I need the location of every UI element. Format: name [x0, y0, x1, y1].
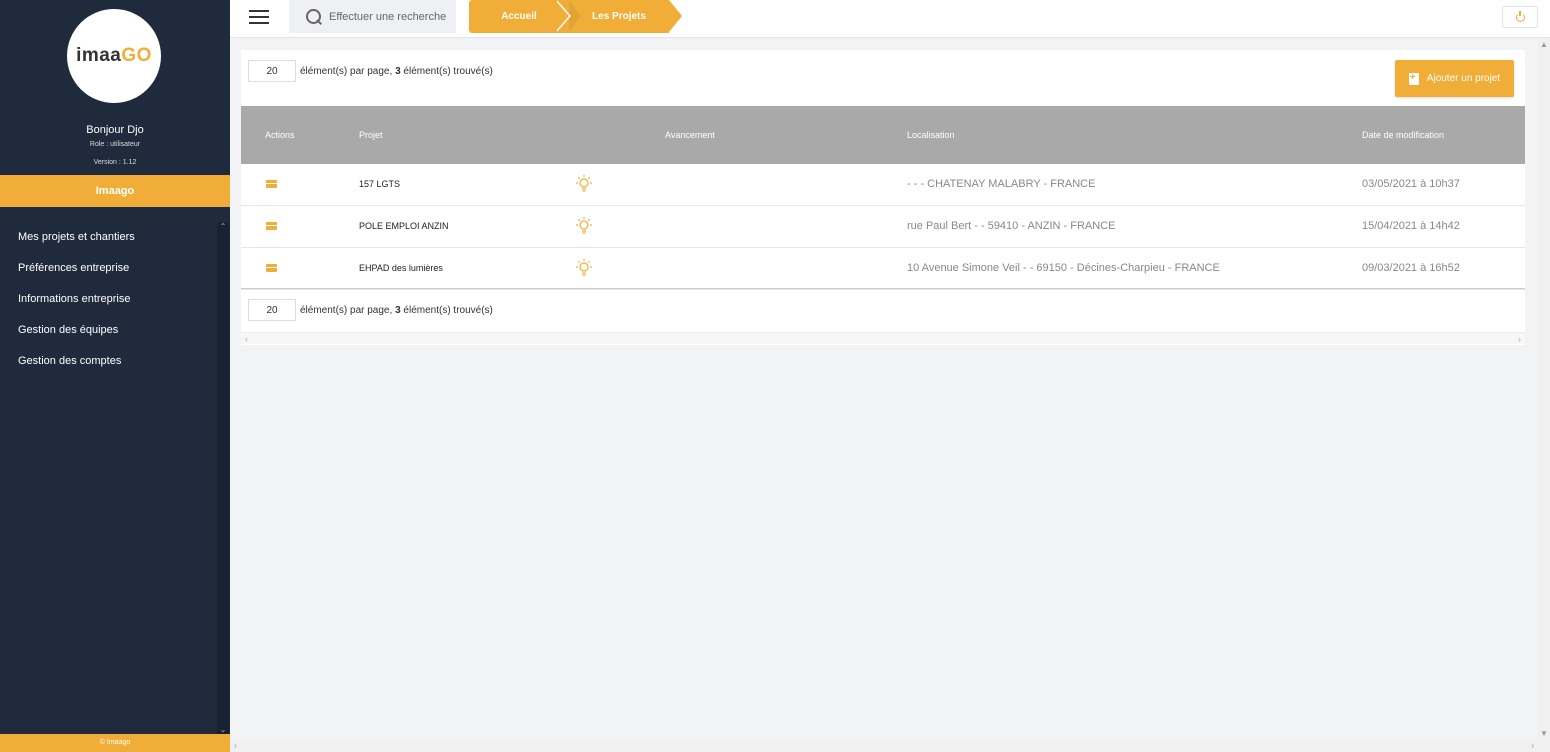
user-greeting: Bonjour Djo — [86, 124, 144, 136]
found-count: 3 — [395, 65, 401, 77]
row-localisation: rue Paul Bert - - 59410 - ANZIN - FRANCE — [907, 220, 1116, 232]
search-box[interactable] — [289, 0, 456, 33]
found-label: élément(s) trouvé(s) — [403, 65, 493, 77]
header-date[interactable]: Date de modification — [1362, 106, 1444, 164]
sidebar-item-preferences[interactable]: Préférences entreprise — [0, 253, 218, 284]
scroll-left-icon[interactable]: ‹ — [245, 333, 248, 345]
logout-button[interactable] — [1502, 6, 1538, 28]
row-projet[interactable]: 157 LGTS — [359, 164, 400, 205]
user-role: Role : utilisateur — [89, 141, 141, 148]
add-project-label: Ajouter un projet — [1426, 73, 1501, 84]
page-horizontal-scrollbar[interactable]: ‹ › — [230, 740, 1538, 752]
app-version: Version : 1.12 — [93, 159, 137, 166]
row-localisation: 10 Avenue Simone Veil - - 69150 - Décine… — [907, 262, 1220, 274]
card-icon[interactable] — [266, 222, 277, 230]
breadcrumb-end-icon — [669, 0, 682, 32]
sidebar-item-comptes[interactable]: Gestion des comptes — [0, 346, 218, 377]
lightbulb-icon[interactable] — [574, 174, 594, 194]
table-row[interactable]: POLE EMPLOI ANZIN rue Paul Bert - - 5941… — [241, 206, 1525, 248]
row-date: 09/03/2021 à 16h52 — [1362, 262, 1460, 274]
sidebar-item-equipes[interactable]: Gestion des équipes — [0, 315, 218, 346]
header-localisation[interactable]: Localisation — [907, 106, 955, 164]
search-input[interactable] — [329, 10, 449, 23]
add-project-button[interactable]: Ajouter un projet — [1395, 60, 1514, 97]
sidebar: imaaGO Bonjour Djo Role : utilisateur Ve… — [0, 0, 230, 752]
search-icon — [305, 8, 323, 26]
card-icon[interactable] — [266, 180, 277, 188]
per-page-input[interactable] — [248, 299, 296, 321]
header-projet[interactable]: Projet — [359, 106, 383, 164]
header-actions[interactable]: Actions — [265, 106, 295, 164]
logo-text: imaaGO — [76, 45, 152, 67]
header-avancement[interactable]: Avancement — [665, 106, 715, 164]
row-projet[interactable]: EHPAD des lumières — [359, 248, 443, 289]
logo-accent: GO — [121, 45, 152, 66]
projects-panel: élément(s) par page, 3 élément(s) trouvé… — [241, 50, 1525, 345]
brand-bar[interactable]: Imaago — [0, 175, 230, 207]
scroll-right-icon[interactable]: › — [1518, 333, 1521, 345]
row-date: 03/05/2021 à 10h37 — [1362, 178, 1460, 190]
sidebar-item-projets[interactable]: Mes projets et chantiers — [0, 222, 218, 253]
scroll-down-icon[interactable]: ▼ — [1540, 729, 1548, 738]
table-divider — [241, 288, 1525, 289]
scroll-up-icon[interactable]: ▲ — [1540, 40, 1548, 49]
sidebar-footer: © Imaago — [0, 734, 230, 752]
sidebar-scrollbar[interactable]: ⌃ ⌄ — [217, 222, 229, 734]
lightbulb-icon[interactable] — [574, 216, 594, 236]
logo: imaaGO — [67, 9, 161, 103]
found-count: 3 — [395, 304, 401, 316]
table-row[interactable]: 157 LGTS - - - CHATENAY MALABRY - FRANCE… — [241, 164, 1525, 206]
pager-top: élément(s) par page, 3 élément(s) trouvé… — [248, 60, 493, 82]
row-date: 15/04/2021 à 14h42 — [1362, 220, 1460, 232]
per-page-input[interactable] — [248, 60, 296, 82]
scroll-up-icon[interactable]: ⌃ — [217, 222, 229, 231]
pager-bottom: élément(s) par page, 3 élément(s) trouvé… — [248, 299, 493, 321]
sidebar-menu: Mes projets et chantiers Préférences ent… — [0, 222, 218, 377]
table-row[interactable]: EHPAD des lumières 10 Avenue Simone Veil… — [241, 248, 1525, 290]
page-vertical-scrollbar[interactable]: ▲ ▼ — [1538, 38, 1550, 752]
table-scrollbar[interactable]: ‹ › — [241, 332, 1525, 344]
top-bar: Accueil Les Projets — [230, 0, 1550, 38]
breadcrumb-arrow-icon — [555, 0, 569, 32]
logo-main: imaa — [76, 45, 122, 66]
scroll-right-icon[interactable]: › — [1531, 741, 1534, 750]
menu-icon[interactable] — [249, 10, 269, 26]
row-projet[interactable]: POLE EMPLOI ANZIN — [359, 206, 449, 247]
card-icon[interactable] — [266, 264, 277, 272]
power-icon — [1515, 10, 1525, 22]
breadcrumb-projets[interactable]: Les Projets — [569, 0, 669, 33]
sidebar-item-informations[interactable]: Informations entreprise — [0, 284, 218, 315]
lightbulb-icon[interactable] — [574, 258, 594, 278]
row-localisation: - - - CHATENAY MALABRY - FRANCE — [907, 178, 1096, 190]
per-page-label: élément(s) par page, — [300, 65, 393, 77]
table-header: Actions Projet Avancement Localisation D… — [241, 106, 1525, 164]
add-file-icon — [1408, 72, 1419, 85]
found-label: élément(s) trouvé(s) — [403, 304, 493, 316]
per-page-label: élément(s) par page, — [300, 304, 393, 316]
breadcrumb-accueil[interactable]: Accueil — [469, 0, 569, 33]
scroll-left-icon[interactable]: ‹ — [234, 741, 237, 750]
scroll-down-icon[interactable]: ⌄ — [217, 725, 229, 734]
